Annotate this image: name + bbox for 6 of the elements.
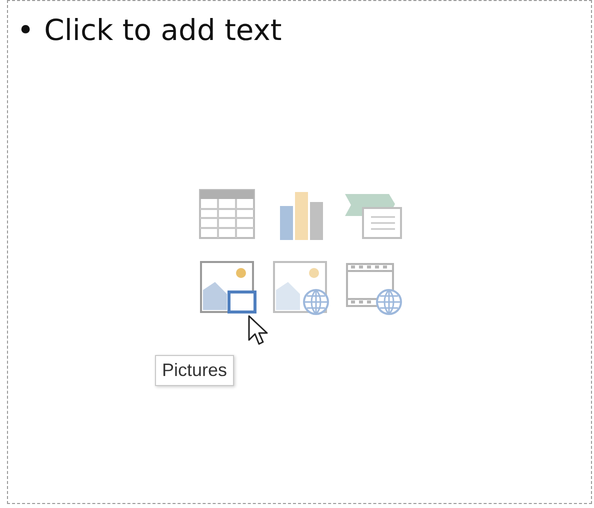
tooltip: Pictures [155,355,234,386]
picture-globe-icon[interactable] [272,260,330,316]
placeholder-text[interactable]: Click to add text [44,13,282,48]
picture-monitor-icon[interactable] [199,260,257,316]
bullet: • [17,13,34,48]
mouse-pointer-icon [248,315,268,347]
